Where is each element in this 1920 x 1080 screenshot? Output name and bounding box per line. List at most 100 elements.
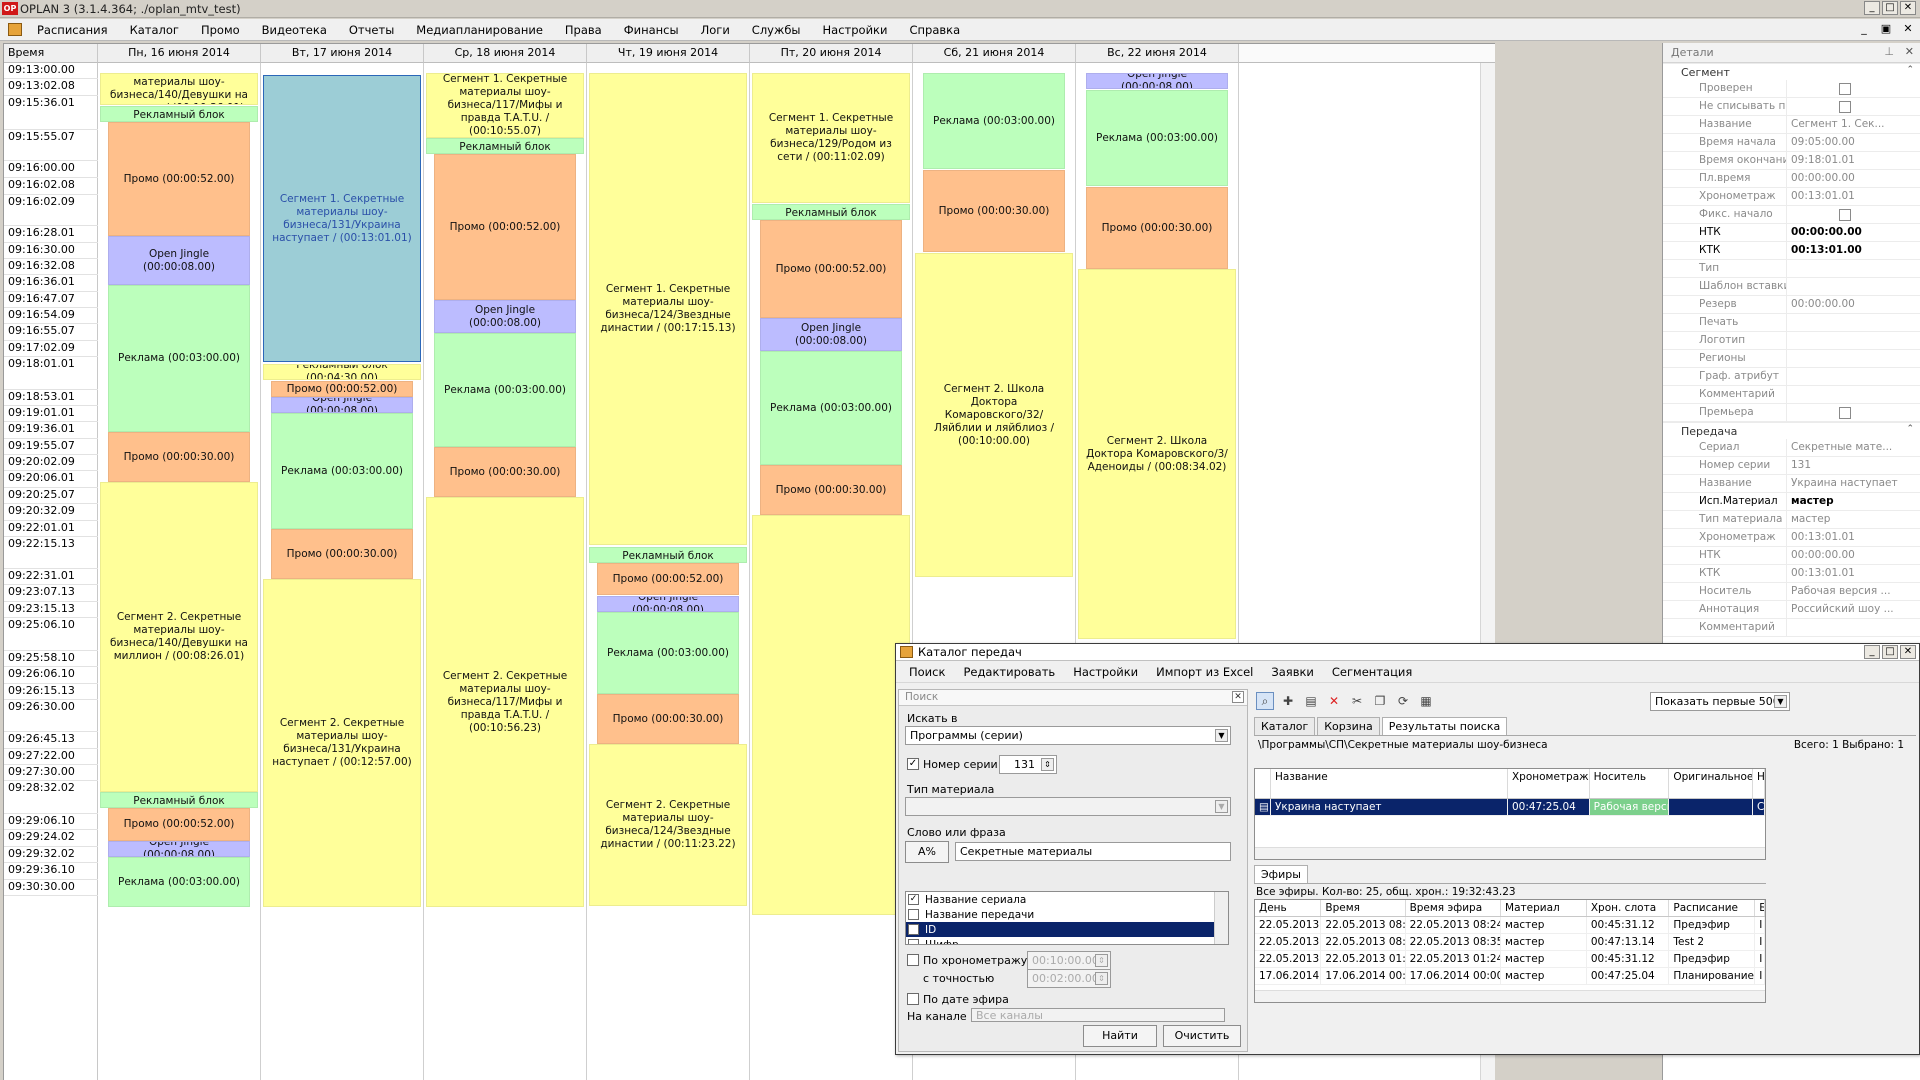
menu-item[interactable]: Финансы: [613, 22, 690, 38]
time-slot[interactable]: 09:16:54.09: [4, 308, 98, 324]
time-slot[interactable]: 09:30:30.00: [4, 880, 98, 896]
checkbox[interactable]: [1839, 101, 1851, 113]
property-row[interactable]: НТК 00:00:00.00: [1663, 547, 1920, 565]
schedule-block[interactable]: [752, 515, 910, 915]
time-slot[interactable]: 09:27:30.00: [4, 765, 98, 781]
property-row[interactable]: Премьера: [1663, 404, 1920, 422]
checkbox[interactable]: [1839, 209, 1851, 221]
duration-input[interactable]: 00:10:00.00 ⇕: [1027, 951, 1111, 970]
time-slot[interactable]: 09:29:06.10: [4, 814, 98, 830]
table-header-cell[interactable]: Носитель: [1590, 769, 1670, 798]
property-row[interactable]: Номер серии 131: [1663, 457, 1920, 475]
add-icon[interactable]: ✚: [1279, 692, 1297, 710]
schedule-block[interactable]: Open Jingle (00:00:08.00): [760, 318, 902, 351]
schedule-block[interactable]: Реклама (00:03:00.00): [108, 285, 250, 432]
schedule-block[interactable]: Реклама (00:03:00.00): [108, 857, 250, 907]
table-row[interactable]: 22.05.201322.05.2013 01:2...22.05.2013 0…: [1255, 951, 1765, 968]
search-field-item[interactable]: Название передачи: [906, 907, 1228, 922]
duration-checkbox[interactable]: [907, 954, 919, 966]
table-header-cell[interactable]: День: [1255, 900, 1322, 916]
time-slot[interactable]: 09:15:36.01: [4, 96, 98, 130]
table-header-cell[interactable]: Материал: [1501, 900, 1587, 916]
checkbox[interactable]: [908, 939, 919, 944]
material-type-select[interactable]: ▼: [905, 797, 1231, 816]
checkbox[interactable]: [908, 924, 919, 935]
catalog-menu-item[interactable]: Поиск: [900, 665, 954, 679]
menu-item[interactable]: Права: [554, 22, 613, 38]
property-row[interactable]: Тип: [1663, 260, 1920, 278]
episode-number-input[interactable]: 131 ⇕: [999, 755, 1057, 774]
time-slot[interactable]: 09:25:06.10: [4, 618, 98, 651]
minimize-button[interactable]: _: [1864, 1, 1880, 15]
schedule-block[interactable]: Open Jingle (00:00:08.00): [597, 596, 739, 612]
table-row[interactable]: 22.05.201322.05.2013 08:2...22.05.2013 0…: [1255, 917, 1765, 934]
schedule-block[interactable]: Реклама (00:03:00.00): [434, 333, 576, 447]
search-toggle-icon[interactable]: ⌕: [1256, 692, 1274, 710]
schedule-block[interactable]: Сегмент 1. Секретные материалы шоу-бизне…: [100, 73, 258, 105]
time-slot[interactable]: 09:18:01.01: [4, 357, 98, 390]
schedule-block[interactable]: Сегмент 2. Секретные материалы шоу-бизне…: [426, 497, 584, 907]
time-slot[interactable]: 09:23:15.13: [4, 602, 98, 618]
day-header[interactable]: Ср, 18 июня 2014: [424, 44, 587, 63]
mdi-restore-button[interactable]: ▣: [1878, 22, 1894, 36]
table-header-cell[interactable]: Хронометраж: [1508, 769, 1590, 798]
close-icon[interactable]: ✕: [1905, 45, 1914, 58]
property-row[interactable]: Проверен: [1663, 80, 1920, 98]
scrollbar[interactable]: [1255, 847, 1765, 859]
schedule-block[interactable]: Open Jingle (00:00:08.00): [1086, 73, 1228, 89]
time-slot[interactable]: 09:20:25.07: [4, 488, 98, 504]
schedule-block[interactable]: Сегмент 2. Секретные материалы шоу-бизне…: [263, 579, 421, 907]
time-slot[interactable]: 09:19:55.07: [4, 439, 98, 455]
table-header-cell[interactable]: Расписание: [1669, 900, 1756, 916]
phrase-mode-button[interactable]: A%: [905, 841, 949, 863]
day-header[interactable]: Вс, 22 июня 2014: [1076, 44, 1239, 63]
schedule-block[interactable]: Реклама (00:03:00.00): [923, 73, 1065, 169]
time-slot[interactable]: 09:28:32.02: [4, 781, 98, 814]
day-header[interactable]: Вт, 17 июня 2014: [261, 44, 424, 63]
property-row[interactable]: Тип материала мастер: [1663, 511, 1920, 529]
spinner-icon[interactable]: ⇕: [1095, 954, 1108, 967]
property-row[interactable]: Фикс. начало: [1663, 206, 1920, 224]
property-row[interactable]: Сериал Секретные мате...: [1663, 439, 1920, 457]
menu-item[interactable]: Видеотека: [251, 22, 338, 38]
menu-item[interactable]: Медиапланирование: [405, 22, 554, 38]
schedule-block[interactable]: Промо (00:00:52.00): [108, 122, 250, 236]
day-header[interactable]: Сб, 21 июня 2014: [913, 44, 1076, 63]
schedule-block[interactable]: Сегмент 1. Секретные материалы шоу-бизне…: [752, 73, 910, 203]
schedule-block[interactable]: Промо (00:00:30.00): [597, 694, 739, 744]
schedule-block[interactable]: Сегмент 2. Секретные материалы шоу-бизне…: [589, 744, 747, 906]
catalog-menu-item[interactable]: Заявки: [1262, 665, 1323, 679]
time-slot[interactable]: 09:16:32.08: [4, 259, 98, 275]
time-slot[interactable]: 09:19:01.01: [4, 406, 98, 422]
time-slot[interactable]: 09:16:28.01: [4, 226, 98, 243]
checkbox[interactable]: [908, 909, 919, 920]
schedule-block[interactable]: Сегмент 1. Секретные материалы шоу-бизне…: [589, 73, 747, 545]
property-row[interactable]: Название Украина наступает: [1663, 475, 1920, 493]
schedule-block[interactable]: Промо (00:00:52.00): [597, 563, 739, 595]
schedule-block[interactable]: Промо (00:00:30.00): [1086, 187, 1228, 269]
menu-item[interactable]: Службы: [741, 22, 812, 38]
table-row[interactable]: 22.05.201322.05.2013 08:3...22.05.2013 0…: [1255, 934, 1765, 951]
property-row[interactable]: Шаблон вставки рек: [1663, 278, 1920, 296]
table-header-cell[interactable]: Время эфира: [1406, 900, 1502, 916]
schedule-block[interactable]: Сегмент 1. Секретные материалы шоу-бизне…: [426, 73, 584, 138]
time-slot[interactable]: 09:20:02.09: [4, 455, 98, 471]
mdi-window-icon[interactable]: [8, 23, 22, 36]
scrollbar[interactable]: [1214, 892, 1228, 944]
schedule-block[interactable]: Сегмент 2. Школа Доктора Комаровского/3/…: [1078, 269, 1236, 639]
time-slot[interactable]: 09:13:02.08: [4, 79, 98, 96]
menu-item[interactable]: Каталог: [119, 22, 190, 38]
table-header-cell[interactable]: Оригинальное название: [1669, 769, 1754, 798]
time-slot[interactable]: 09:22:01.01: [4, 521, 98, 537]
schedule-block[interactable]: Промо (00:00:52.00): [760, 220, 902, 318]
search-field-item[interactable]: Шифр: [906, 937, 1228, 944]
time-slot[interactable]: 09:17:02.09: [4, 341, 98, 357]
catalog-tab[interactable]: Корзина: [1317, 717, 1380, 735]
schedule-block[interactable]: Промо (00:00:52.00): [271, 381, 413, 397]
ad-block-header[interactable]: Рекламный блок (00:04:30.00): [589, 547, 747, 563]
schedule-block[interactable]: Промо (00:00:30.00): [760, 465, 902, 515]
property-row[interactable]: Не списывать показ: [1663, 98, 1920, 116]
time-slot[interactable]: 09:16:02.09: [4, 195, 98, 226]
property-row[interactable]: Носитель Рабочая версия ...: [1663, 583, 1920, 601]
catalog-maximize-button[interactable]: □: [1882, 645, 1898, 659]
